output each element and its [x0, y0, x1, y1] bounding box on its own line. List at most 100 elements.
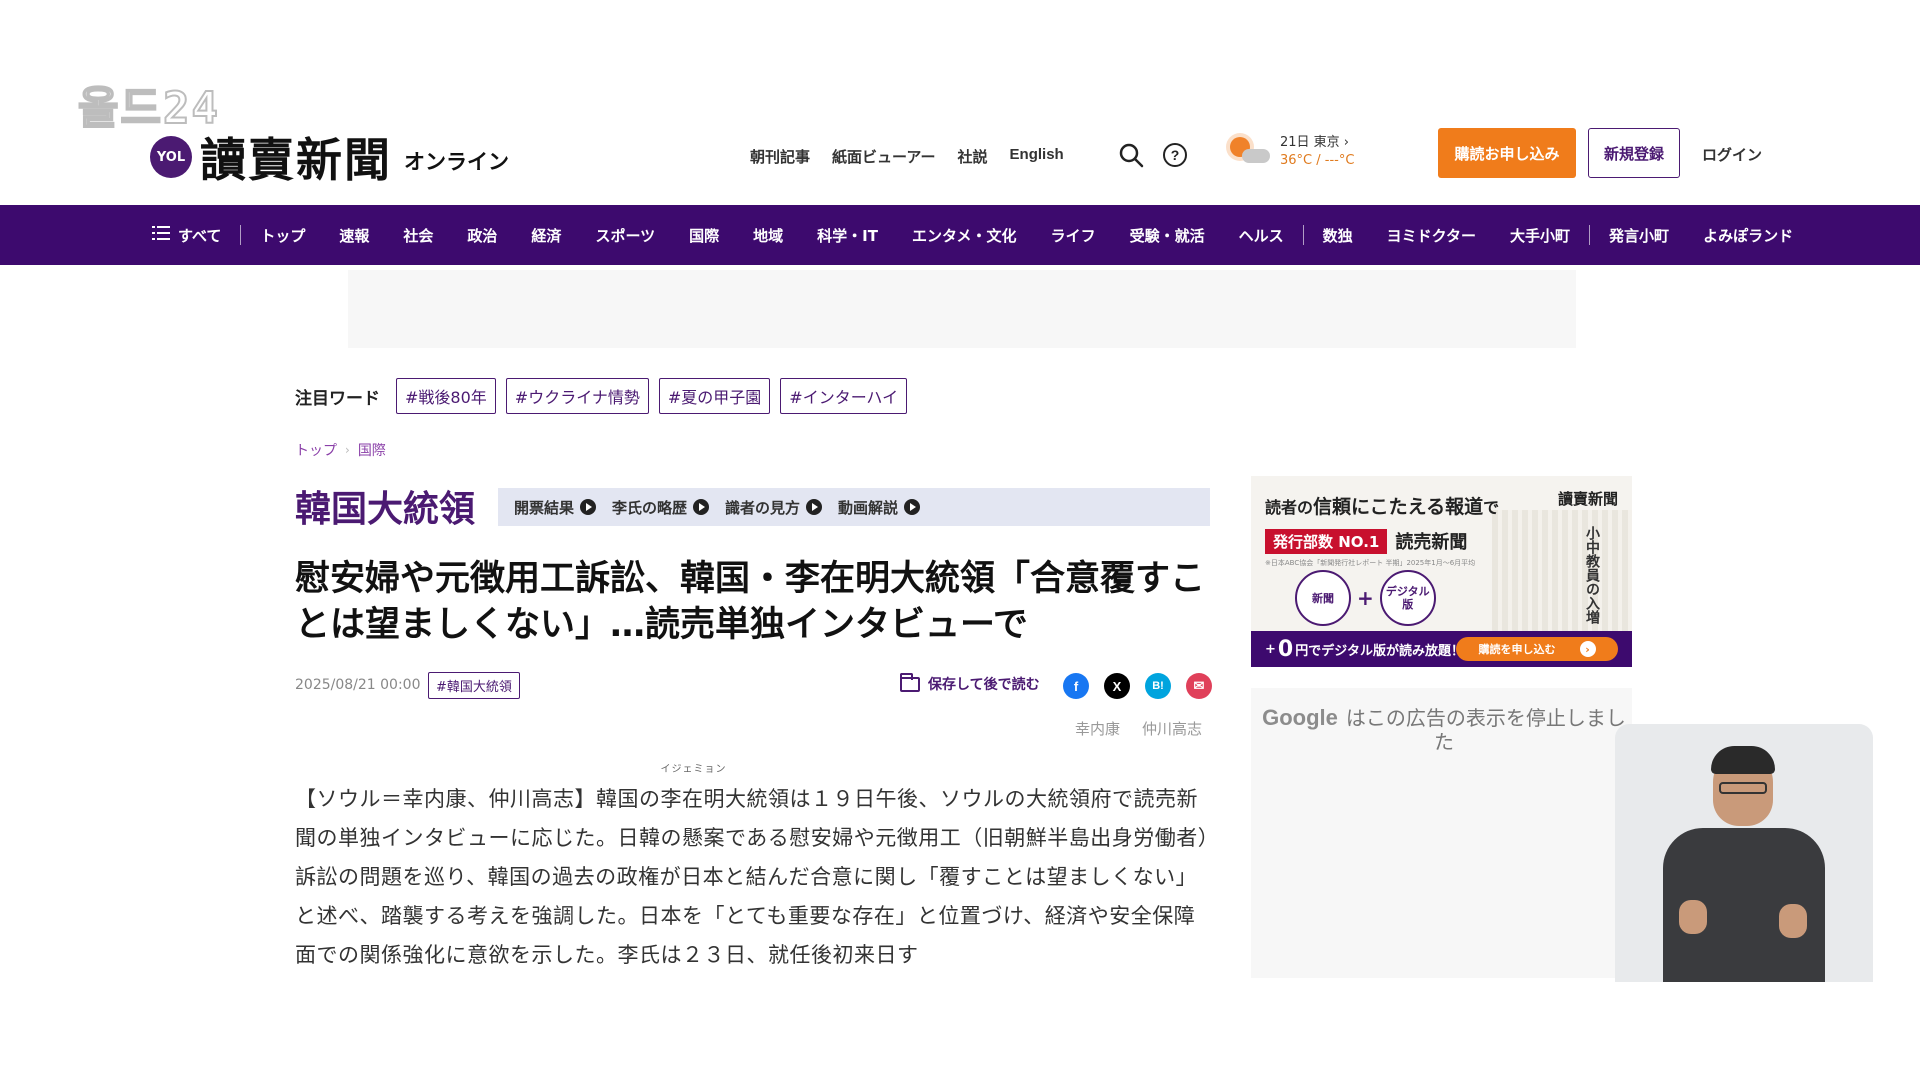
nav-item-sports[interactable]: スポーツ [578, 225, 672, 246]
nav-item-yomidr[interactable]: ヨミドクター [1370, 225, 1493, 246]
logo-badge: YOL [150, 136, 192, 178]
breadcrumb-top[interactable]: トップ [295, 440, 337, 460]
article-date: 2025/08/21 00:00 [295, 677, 421, 693]
trending-tag[interactable]: #夏の甲子園 [658, 378, 771, 414]
nav-item-health[interactable]: ヘルス [1222, 225, 1301, 246]
newspaper-headline: 小中教員の入増 [1584, 526, 1600, 624]
chevron-right-icon: › [345, 443, 350, 457]
plan-newspaper: 新聞 [1295, 570, 1351, 626]
logo-title: 讀賣新聞 [200, 133, 392, 187]
subscribe-button[interactable]: 購読お申し込み [1438, 128, 1576, 178]
hatena-bookmark-icon[interactable]: B! [1145, 673, 1171, 699]
ad-headline: 読者の信頼にこたえる報道で [1265, 492, 1499, 519]
header-link-morning[interactable]: 朝刊記事 [750, 146, 810, 167]
nav-item-breaking[interactable]: 速報 [322, 225, 386, 246]
play-icon [904, 499, 921, 515]
facebook-icon[interactable]: f [1063, 673, 1089, 699]
article-authors: 幸内康 仲川高志 [1075, 718, 1202, 739]
ad-no1-row: 発行部数 NO.1 読売新聞 [1265, 528, 1467, 554]
search-icon[interactable] [1116, 140, 1146, 170]
nav-all[interactable]: すべて [152, 225, 238, 246]
topic-link-label: 李氏の略歴 [612, 498, 688, 517]
trending-label: 注目ワード [295, 388, 380, 409]
site-header: YOL 讀賣新聞 オンライン 朝刊記事 紙面ビューアー 社説 English ?… [0, 110, 1920, 206]
register-button[interactable]: 新規登録 [1588, 128, 1680, 178]
newspaper-image [1492, 510, 1632, 632]
header-link-english[interactable]: English [1010, 146, 1064, 167]
weather-temp: 36°C / ---°C [1280, 153, 1355, 168]
header-link-viewer[interactable]: 紙面ビューアー [832, 146, 936, 167]
hand-right [1779, 904, 1807, 938]
nav-item-hatsugen[interactable]: 発言小町 [1592, 225, 1686, 246]
ruby-name: イジェミョン 李在明 [660, 764, 726, 819]
weather-widget[interactable]: 21日 東京 › 36°C / ---°C [1228, 134, 1354, 170]
topic-link-profile[interactable]: 李氏の略歴 [612, 497, 710, 518]
ad-bottom-bar: +0 円でデジタル版が読み放題！ 購読を申し込む › [1251, 631, 1632, 667]
nav-item-local[interactable]: 地域 [736, 225, 800, 246]
nav-item-economy[interactable]: 経済 [514, 225, 578, 246]
glasses-icon [1719, 782, 1767, 794]
ad-newspaper-name: 読売新聞 [1395, 532, 1468, 553]
ad-plan-circles: 新聞 + デジタル版 [1295, 570, 1436, 626]
author-name: 仲川高志 [1142, 720, 1203, 738]
site-logo[interactable]: YOL 讀賣新聞 オンライン [150, 124, 509, 190]
nav-item-otekomachi[interactable]: 大手小町 [1493, 225, 1587, 246]
topic-title[interactable]: 韓国大統領 [295, 480, 475, 532]
logo-subtitle: オンライン [404, 150, 509, 174]
save-later-button[interactable]: 保存して後で読む [900, 672, 1040, 694]
ad-subscribe-button[interactable]: 購読を申し込む › [1456, 637, 1618, 661]
body-text: 大統領は１９日午後、ソウルの大統領府で読売新聞の単独インタビューに応じた。日韓の… [295, 787, 1209, 967]
menu-icon [152, 226, 170, 244]
topic-link-label: 識者の見方 [725, 498, 801, 517]
ad-headline-pre: 読者の [1265, 498, 1314, 517]
article-body: 【ソウル＝幸内康、仲川高志】韓国の イジェミョン 李在明大統領は１９日午後、ソウルの… [295, 764, 1210, 975]
x-icon[interactable]: X [1104, 673, 1130, 699]
google-ad-message: Google はこの広告の表示を停止しました [1259, 705, 1629, 755]
topic-link-results[interactable]: 開票結果 [514, 497, 597, 518]
main-nav: すべて トップ 速報 社会 政治 経済 スポーツ 国際 地域 科学・IT エンタ… [0, 205, 1920, 265]
nav-item-politics[interactable]: 政治 [450, 225, 514, 246]
body-text: 【ソウル＝幸内康、仲川高志】韓国の [295, 787, 661, 811]
nav-item-yomipo[interactable]: よみぽランド [1686, 225, 1810, 246]
nav-item-society[interactable]: 社会 [386, 225, 450, 246]
weather-date-city: 21日 東京 › [1280, 135, 1350, 150]
ad-brand-logo: 讀賣新聞 [1557, 490, 1618, 508]
topic-link-experts[interactable]: 識者の見方 [725, 497, 823, 518]
header-link-editorial[interactable]: 社説 [958, 146, 988, 167]
trending-tag[interactable]: #戦後80年 [396, 378, 496, 414]
nav-item-sudoku[interactable]: 数独 [1306, 225, 1370, 246]
trending-tag[interactable]: #ウクライナ情勢 [505, 378, 649, 414]
plan-digital: デジタル版 [1379, 570, 1436, 626]
article-headline: 慰安婦や元徴用工訴訟、韓国・李在明大統領「合意覆すことは望ましくない」…読売単独… [295, 559, 1206, 645]
arrow-right-icon: › [1579, 641, 1596, 657]
no1-badge: 発行部数 NO.1 [1265, 528, 1388, 554]
nav-item-life[interactable]: ライフ [1034, 225, 1113, 246]
ruby-base: 李在明 [660, 787, 725, 811]
nav-item-top[interactable]: トップ [243, 225, 322, 246]
mail-icon[interactable]: ✉ [1186, 673, 1212, 699]
nav-all-label: すべて [178, 226, 222, 245]
sidebar-subscription-ad[interactable]: 小中教員の入増 読者の信頼にこたえる報道で 讀賣新聞 発行部数 NO.1 読売新… [1251, 476, 1632, 667]
trending-tag[interactable]: #インターハイ [780, 378, 908, 414]
help-icon[interactable]: ? [1160, 140, 1190, 170]
play-icon [693, 499, 710, 515]
topic-link-video[interactable]: 動画解説 [838, 497, 921, 518]
google-logo: Google [1262, 705, 1338, 730]
google-ad-slot: Google はこの広告の表示を停止しました [1251, 688, 1632, 978]
breadcrumb: トップ › 国際 [295, 440, 386, 460]
nav-divider [1302, 225, 1304, 245]
ad-cta-label: 購読を申し込む [1478, 643, 1556, 656]
ad-headline-post: で [1483, 498, 1500, 517]
nav-item-entertainment[interactable]: エンタメ・文化 [895, 225, 1034, 246]
login-link[interactable]: ログイン [1702, 144, 1762, 165]
nav-item-international[interactable]: 国際 [672, 225, 736, 246]
topic-links-bar: 開票結果 李氏の略歴 識者の見方 動画解説 [498, 488, 1210, 526]
nav-divider [1589, 225, 1591, 245]
breadcrumb-international[interactable]: 国際 [358, 440, 386, 460]
nav-item-science-it[interactable]: 科学・IT [800, 225, 895, 246]
play-icon [806, 499, 823, 515]
save-later-label: 保存して後で読む [928, 677, 1040, 693]
svg-text:?: ? [1171, 147, 1180, 163]
nav-item-exam-career[interactable]: 受験・就活 [1113, 225, 1222, 246]
article-tag[interactable]: #韓国大統領 [428, 672, 520, 699]
